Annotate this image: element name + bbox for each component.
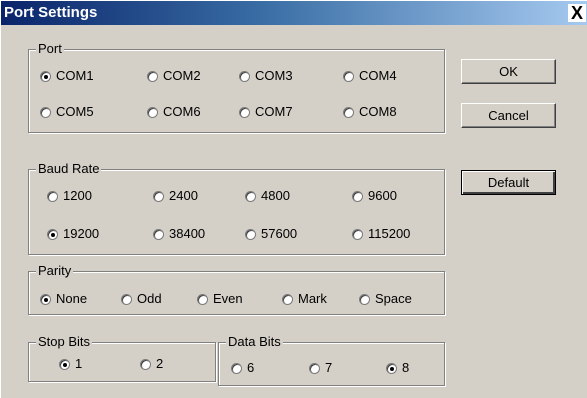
parity-legend: Parity: [36, 263, 74, 279]
radio-label: COM8: [359, 104, 397, 119]
radio-com2[interactable]: COM2: [147, 69, 201, 83]
data-bits-group: Data Bits 6 7 8: [218, 334, 445, 386]
radio-com4[interactable]: COM4: [343, 69, 397, 83]
radio-label: 9600: [368, 188, 397, 203]
radio-parity-space[interactable]: Space: [359, 292, 412, 306]
radio-label: None: [56, 291, 88, 306]
radio-dot[interactable]: [140, 358, 151, 370]
radio-com3[interactable]: COM3: [239, 69, 293, 83]
radio-dot[interactable]: [343, 106, 354, 118]
parity-group: Parity None Odd Even Mark Space: [28, 263, 445, 315]
radio-dot[interactable]: [386, 362, 397, 374]
radio-parity-none[interactable]: None: [40, 292, 87, 306]
radio-dot[interactable]: [59, 358, 70, 370]
radio-baud-115200[interactable]: 115200: [352, 227, 410, 241]
radio-dot[interactable]: [153, 190, 164, 202]
port-group: Port COM1 COM2 COM3 COM4 COM5 COM6 COM7 …: [28, 41, 445, 133]
radio-stop-1[interactable]: 1: [59, 357, 82, 371]
radio-baud-19200[interactable]: 19200: [47, 227, 99, 241]
radio-baud-9600[interactable]: 9600: [352, 189, 397, 203]
radio-label: Odd: [137, 291, 162, 306]
cancel-button[interactable]: Cancel: [461, 103, 556, 128]
radio-label: COM2: [163, 68, 201, 83]
baud-rate-group: Baud Rate 1200 2400 4800 9600 19200 3840…: [28, 161, 445, 255]
radio-dot[interactable]: [47, 190, 58, 202]
radio-com7[interactable]: COM7: [239, 105, 293, 119]
radio-com1[interactable]: COM1: [40, 69, 94, 83]
radio-label: 7: [325, 360, 333, 375]
radio-dot[interactable]: [147, 70, 158, 82]
radio-dot[interactable]: [245, 190, 256, 202]
radio-baud-2400[interactable]: 2400: [153, 189, 198, 203]
radio-label: 8: [402, 360, 410, 375]
radio-dot[interactable]: [121, 293, 132, 305]
title-bar[interactable]: Port Settings X: [1, 1, 587, 25]
radio-label: 2400: [169, 188, 198, 203]
radio-label: Space: [375, 291, 412, 306]
radio-dot[interactable]: [40, 70, 51, 82]
radio-label: 38400: [169, 226, 206, 241]
radio-data-8[interactable]: 8: [386, 361, 409, 375]
radio-dot[interactable]: [359, 293, 370, 305]
radio-dot[interactable]: [40, 293, 51, 305]
radio-label: Even: [213, 291, 243, 306]
radio-baud-38400[interactable]: 38400: [153, 227, 205, 241]
window-title: Port Settings: [4, 4, 98, 21]
radio-label: 4800: [261, 188, 290, 203]
radio-label: 19200: [63, 226, 100, 241]
radio-dot[interactable]: [47, 228, 58, 240]
stop-bits-group: Stop Bits 1 2: [28, 334, 216, 382]
radio-label: 1: [75, 356, 83, 371]
radio-baud-57600[interactable]: 57600: [245, 227, 297, 241]
radio-dot[interactable]: [309, 362, 320, 374]
radio-dot[interactable]: [282, 293, 293, 305]
radio-label: COM6: [163, 104, 201, 119]
radio-label: 115200: [368, 226, 411, 241]
radio-stop-2[interactable]: 2: [140, 357, 163, 371]
radio-dot[interactable]: [40, 106, 51, 118]
radio-baud-1200[interactable]: 1200: [47, 189, 92, 203]
stop-bits-legend: Stop Bits: [36, 334, 93, 350]
radio-dot[interactable]: [231, 362, 242, 374]
ok-button[interactable]: OK: [461, 59, 556, 84]
radio-label: 6: [247, 360, 255, 375]
radio-label: COM7: [255, 104, 293, 119]
radio-com5[interactable]: COM5: [40, 105, 94, 119]
radio-label: COM1: [56, 68, 94, 83]
radio-parity-even[interactable]: Even: [197, 292, 243, 306]
radio-data-6[interactable]: 6: [231, 361, 254, 375]
radio-parity-mark[interactable]: Mark: [282, 292, 327, 306]
radio-dot[interactable]: [153, 228, 164, 240]
radio-label: COM4: [359, 68, 397, 83]
radio-data-7[interactable]: 7: [309, 361, 332, 375]
radio-dot[interactable]: [197, 293, 208, 305]
radio-dot[interactable]: [245, 228, 256, 240]
radio-baud-4800[interactable]: 4800: [245, 189, 290, 203]
radio-dot[interactable]: [239, 70, 250, 82]
radio-label: COM5: [56, 104, 94, 119]
radio-dot[interactable]: [352, 190, 363, 202]
data-bits-legend: Data Bits: [226, 334, 283, 350]
radio-label: 2: [156, 356, 164, 371]
radio-com6[interactable]: COM6: [147, 105, 201, 119]
radio-dot[interactable]: [239, 106, 250, 118]
radio-com8[interactable]: COM8: [343, 105, 397, 119]
radio-dot[interactable]: [343, 70, 354, 82]
baud-rate-legend: Baud Rate: [36, 161, 102, 177]
radio-label: Mark: [298, 291, 327, 306]
radio-parity-odd[interactable]: Odd: [121, 292, 162, 306]
radio-dot[interactable]: [352, 228, 363, 240]
radio-dot[interactable]: [147, 106, 158, 118]
radio-label: COM3: [255, 68, 293, 83]
default-button[interactable]: Default: [461, 170, 556, 195]
radio-label: 1200: [63, 188, 92, 203]
close-icon[interactable]: X: [568, 4, 586, 22]
port-settings-dialog: Port Settings X Port COM1 COM2 COM3 COM4…: [0, 0, 587, 398]
port-legend: Port: [36, 41, 64, 57]
radio-label: 57600: [261, 226, 298, 241]
